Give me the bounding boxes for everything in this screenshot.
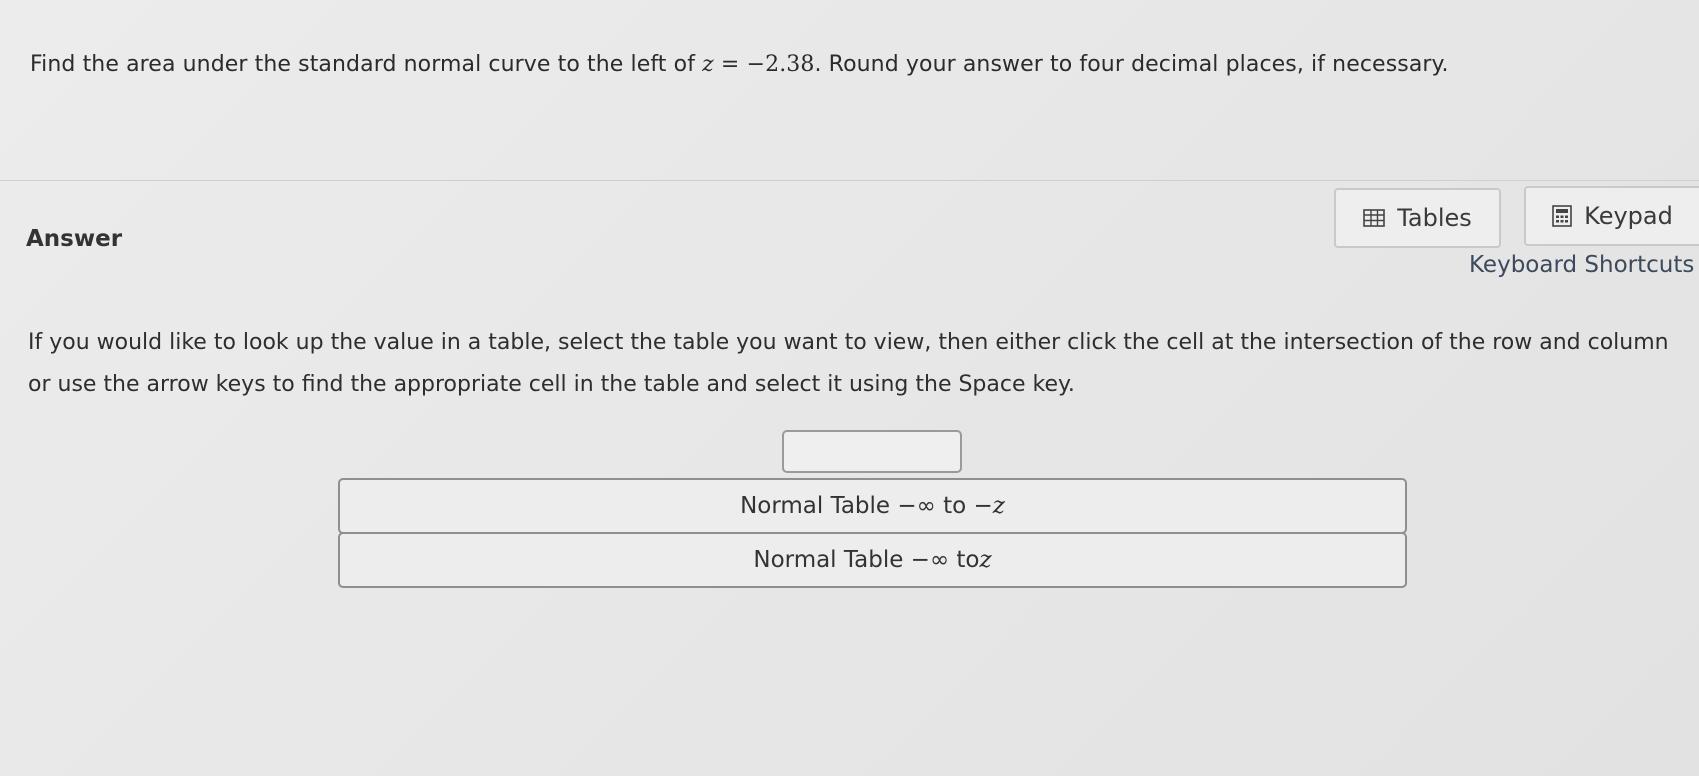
normal-table-positive-z-variable: z	[979, 547, 992, 573]
calculator-icon	[1552, 205, 1572, 227]
z-value: −2.38	[746, 52, 815, 77]
question-text: Find the area under the standard normal …	[30, 52, 1449, 77]
table-grid-icon	[1363, 209, 1386, 227]
section-divider	[0, 180, 1699, 181]
normal-table-positive-z-button[interactable]: Normal Table −∞ to z	[338, 532, 1407, 588]
question-prefix: Find the area under the standard normal …	[30, 52, 703, 77]
normal-table-negative-z-variable: z	[992, 493, 1005, 519]
table-instructions: If you would like to look up the value i…	[28, 330, 1669, 397]
question-suffix: . Round your answer to four decimal plac…	[814, 52, 1449, 77]
answer-heading: Answer	[26, 226, 123, 252]
keyboard-shortcuts-link[interactable]: Keyboard Shortcuts	[1469, 252, 1694, 278]
question-math: z = −2.38	[702, 52, 814, 77]
normal-table-negative-z-button[interactable]: Normal Table −∞ to − z	[338, 478, 1407, 534]
keypad-button[interactable]: Keypad	[1524, 186, 1699, 246]
tables-button-label: Tables	[1397, 204, 1472, 232]
answer-input[interactable]	[782, 430, 962, 473]
keypad-button-label: Keypad	[1584, 202, 1673, 230]
equals-sign: =	[713, 52, 747, 77]
z-variable: z	[702, 52, 714, 77]
normal-table-negative-z-prefix: Normal Table −∞ to −	[740, 493, 993, 519]
normal-table-positive-z-prefix: Normal Table −∞ to	[753, 547, 980, 573]
tables-button[interactable]: Tables	[1334, 188, 1501, 248]
